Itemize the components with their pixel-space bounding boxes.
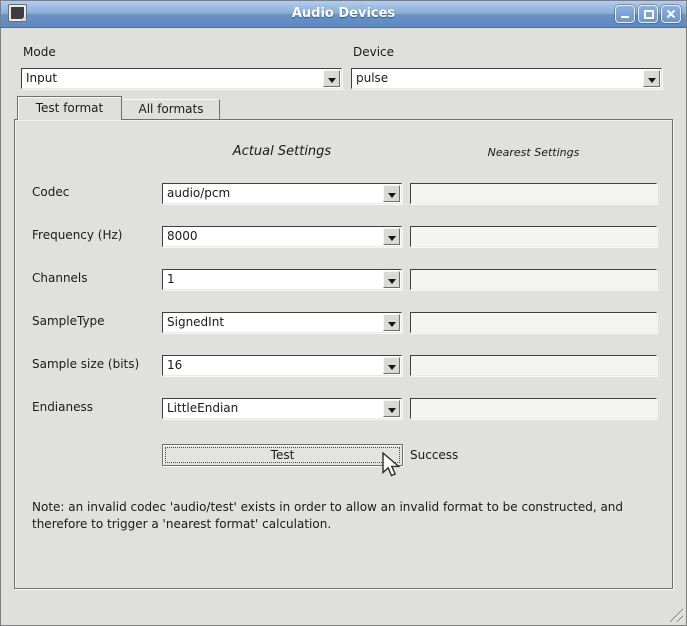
- status-text: Success: [410, 444, 458, 466]
- samplesize-nearest-field: [410, 355, 657, 376]
- down-triangle-icon: [648, 78, 656, 83]
- nearest-settings-header: Nearest Settings: [410, 146, 657, 159]
- down-triangle-icon: [388, 236, 396, 241]
- channels-label: Channels: [32, 271, 88, 285]
- frequency-nearest-field: [410, 226, 657, 247]
- titlebar[interactable]: Audio Devices: [1, 1, 686, 28]
- mode-combobox-value: Input: [26, 69, 319, 88]
- chevron-down-icon[interactable]: [323, 70, 340, 87]
- frequency-combobox-value: 8000: [167, 227, 379, 246]
- samplesize-label: Sample size (bits): [32, 357, 139, 371]
- device-label: Device: [353, 45, 394, 59]
- test-format-panel: Actual Settings Nearest Settings Codec a…: [14, 119, 673, 589]
- maximize-icon: [644, 10, 654, 19]
- minimize-button[interactable]: [615, 5, 635, 23]
- endianess-nearest-field: [410, 398, 657, 419]
- chevron-down-icon[interactable]: [383, 271, 400, 288]
- tab-test-format[interactable]: Test format: [17, 96, 122, 120]
- endianess-row: Endianess LittleEndian: [15, 398, 672, 419]
- down-triangle-icon: [328, 78, 336, 83]
- frequency-combobox[interactable]: 8000: [162, 226, 402, 247]
- minimize-icon: [621, 16, 629, 18]
- down-triangle-icon: [388, 193, 396, 198]
- titlebar-buttons: [615, 5, 681, 23]
- note-text: Note: an invalid codec 'audio/test' exis…: [32, 499, 672, 533]
- frequency-label: Frequency (Hz): [32, 228, 123, 242]
- samplesize-combobox[interactable]: 16: [162, 355, 402, 376]
- codec-nearest-field: [410, 183, 657, 204]
- chevron-down-icon[interactable]: [643, 70, 660, 87]
- sampletype-row: SampleType SignedInt: [15, 312, 672, 333]
- device-combobox-value: pulse: [356, 69, 639, 88]
- endianess-combobox[interactable]: LittleEndian: [162, 398, 402, 419]
- actual-settings-header: Actual Settings: [162, 144, 402, 159]
- channels-combobox-value: 1: [167, 270, 379, 289]
- mode-label: Mode: [23, 45, 56, 59]
- sampletype-label: SampleType: [32, 314, 105, 328]
- test-button[interactable]: Test: [162, 444, 403, 466]
- endianess-label: Endianess: [32, 400, 93, 414]
- samplesize-combobox-value: 16: [167, 356, 379, 375]
- maximize-button[interactable]: [638, 5, 658, 23]
- sampletype-combobox-value: SignedInt: [167, 313, 379, 332]
- tab-label: All formats: [139, 102, 204, 116]
- resize-grip[interactable]: [669, 608, 683, 622]
- down-triangle-icon: [388, 279, 396, 284]
- endianess-combobox-value: LittleEndian: [167, 399, 379, 418]
- frequency-row: Frequency (Hz) 8000: [15, 226, 672, 247]
- close-button[interactable]: [661, 5, 681, 23]
- sampletype-nearest-field: [410, 312, 657, 333]
- device-combobox[interactable]: pulse: [351, 68, 662, 89]
- chevron-down-icon[interactable]: [383, 185, 400, 202]
- mode-combobox[interactable]: Input: [21, 68, 342, 89]
- sampletype-combobox[interactable]: SignedInt: [162, 312, 402, 333]
- chevron-down-icon[interactable]: [383, 357, 400, 374]
- samplesize-row: Sample size (bits) 16: [15, 355, 672, 376]
- chevron-down-icon[interactable]: [383, 400, 400, 417]
- channels-row: Channels 1: [15, 269, 672, 290]
- codec-label: Codec: [32, 185, 69, 199]
- down-triangle-icon: [388, 408, 396, 413]
- audio-devices-window: Audio Devices Mode Input Device pulse Te…: [0, 0, 687, 626]
- chevron-down-icon[interactable]: [383, 228, 400, 245]
- down-triangle-icon: [388, 365, 396, 370]
- tab-all-formats[interactable]: All formats: [123, 99, 220, 119]
- test-button-label: Test: [271, 448, 295, 462]
- tab-label: Test format: [36, 101, 103, 115]
- codec-row: Codec audio/pcm: [15, 183, 672, 204]
- channels-combobox[interactable]: 1: [162, 269, 402, 290]
- window-title: Audio Devices: [1, 1, 686, 27]
- chevron-down-icon[interactable]: [383, 314, 400, 331]
- codec-combobox-value: audio/pcm: [167, 184, 379, 203]
- down-triangle-icon: [388, 322, 396, 327]
- codec-combobox[interactable]: audio/pcm: [162, 183, 402, 204]
- channels-nearest-field: [410, 269, 657, 290]
